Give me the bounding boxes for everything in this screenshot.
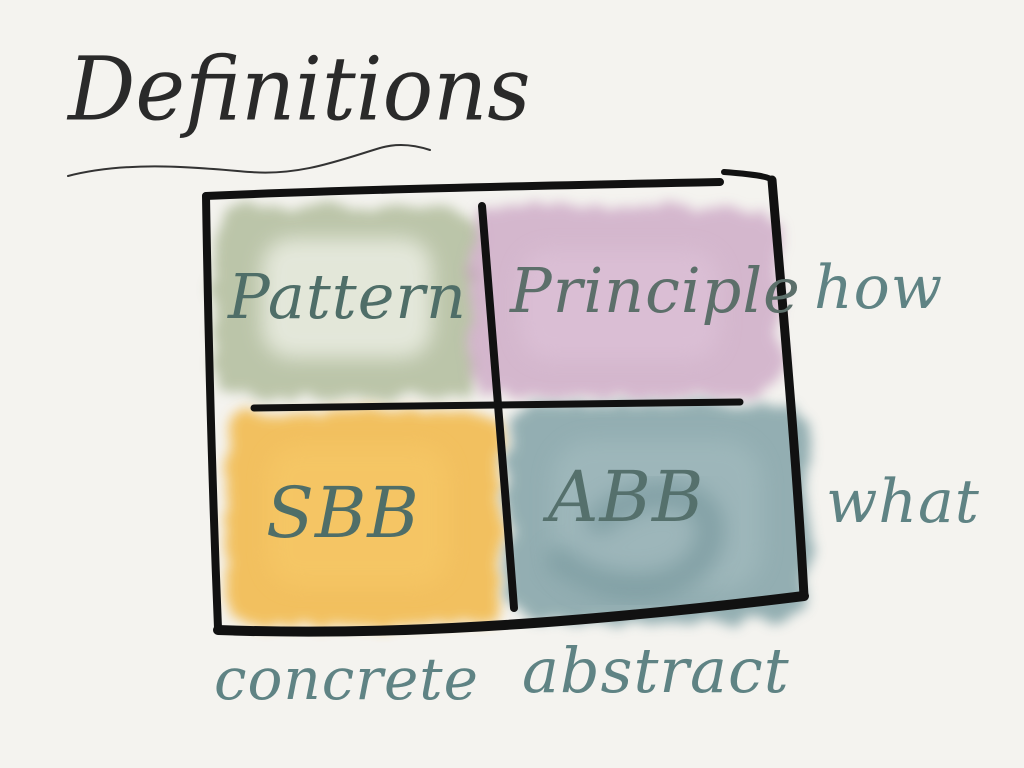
- row-label-what: what: [826, 467, 980, 537]
- quadrant-label-sbb: SBB: [266, 472, 420, 554]
- page-title: Definitions: [68, 37, 531, 141]
- quadrant-label-abb: ABB: [548, 456, 705, 538]
- title-underline: [67, 143, 431, 177]
- quadrant-label-principle: Principle: [510, 254, 801, 327]
- column-label-concrete: concrete: [214, 645, 479, 713]
- column-label-abstract: abstract: [522, 634, 790, 707]
- row-label-how: how: [814, 253, 944, 323]
- sketch-canvas: Definitions Pattern Principle SBB ABB ho…: [0, 0, 1024, 768]
- quadrant-label-pattern: Pattern: [228, 260, 467, 333]
